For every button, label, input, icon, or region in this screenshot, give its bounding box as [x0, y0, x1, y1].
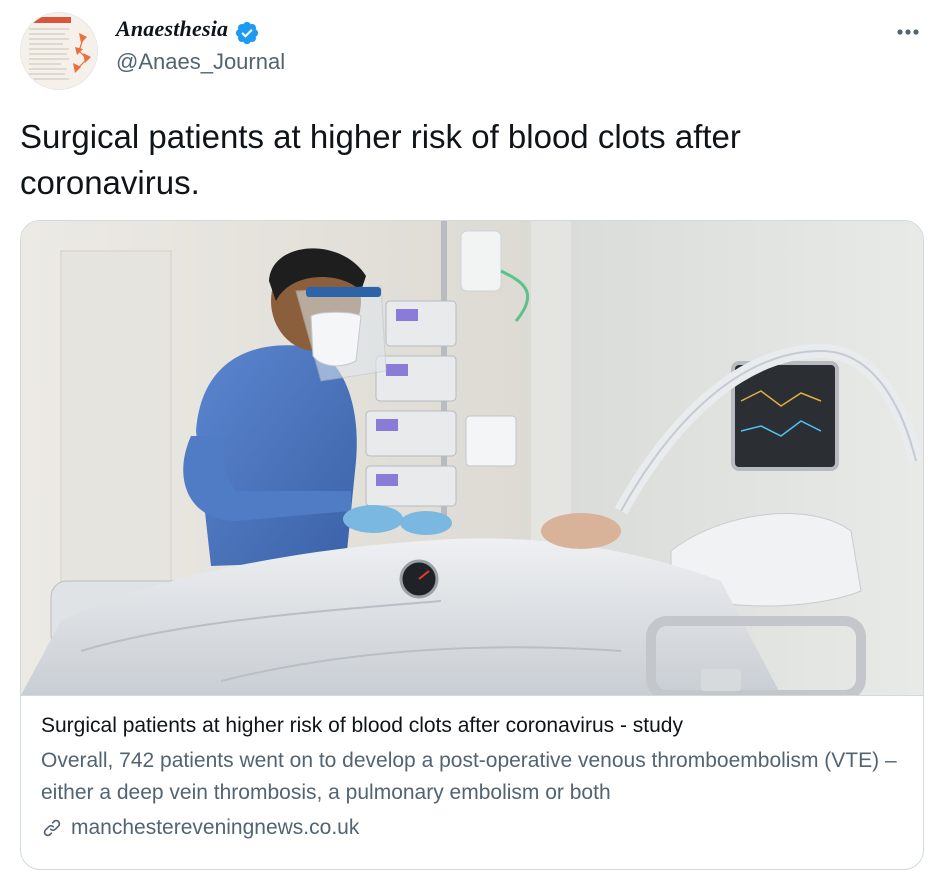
- author-name[interactable]: Anaesthesia: [116, 16, 228, 42]
- link-icon: [43, 819, 61, 837]
- avatar[interactable]: [20, 12, 98, 90]
- author-handle[interactable]: @Anaes_Journal: [116, 49, 285, 75]
- icu-photo-icon: [21, 221, 923, 695]
- journal-cover-icon: [21, 13, 97, 89]
- card-image[interactable]: [21, 221, 923, 696]
- more-options-icon[interactable]: [894, 18, 922, 46]
- tweet: Anaesthesia @Anaes_Journal Surgical pati…: [0, 0, 942, 888]
- card-body: Surgical patients at higher risk of bloo…: [41, 711, 903, 843]
- card-domain-text: manchestereveningnews.co.uk: [71, 816, 360, 839]
- verified-badge-icon: [235, 21, 259, 45]
- card-title: Surgical patients at higher risk of bloo…: [41, 714, 683, 737]
- card-description: Overall, 742 patients went on to develop…: [41, 749, 897, 804]
- card-domain: manchestereveningnews.co.uk: [41, 813, 903, 843]
- link-card[interactable]: Surgical patients at higher risk of bloo…: [20, 220, 924, 870]
- tweet-text: Surgical patients at higher risk of bloo…: [20, 118, 741, 201]
